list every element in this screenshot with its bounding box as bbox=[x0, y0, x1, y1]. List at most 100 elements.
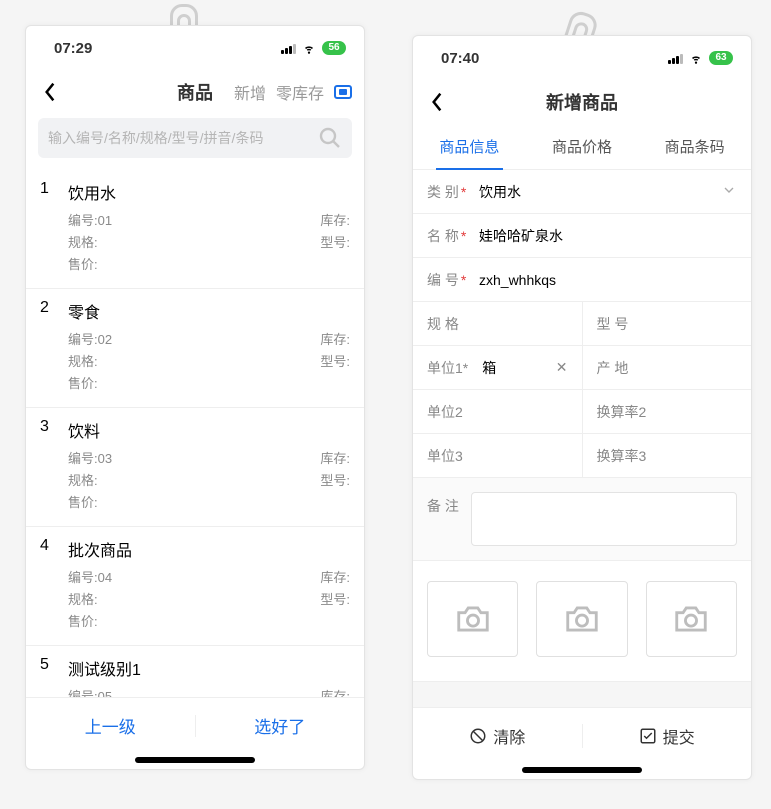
item-code: 编号:01 bbox=[68, 210, 112, 232]
unit2-row: 单位2 换算率2 bbox=[413, 390, 751, 434]
cancel-icon bbox=[469, 727, 487, 745]
model-label: 型 号 bbox=[597, 314, 629, 334]
spec-label: 规 格 bbox=[427, 314, 459, 334]
chevron-down-icon bbox=[721, 182, 737, 201]
unit1-label: 单位1 bbox=[427, 360, 463, 376]
camera-icon bbox=[672, 600, 710, 638]
required-icon: * bbox=[461, 228, 466, 244]
home-indicator bbox=[135, 757, 255, 763]
product-list[interactable]: 1饮用水编号:01库存:规格:型号:售价:2零食编号:02库存:规格:型号:售价… bbox=[26, 170, 364, 697]
name-label: 名 称 bbox=[427, 226, 459, 246]
submit-button[interactable]: 提交 bbox=[582, 724, 752, 748]
rate2-cell[interactable]: 换算率2 bbox=[582, 390, 752, 433]
status-time: 07:29 bbox=[54, 40, 92, 57]
spec-model-row: 规 格 型 号 bbox=[413, 302, 751, 346]
nav-bar: 新增商品 bbox=[413, 80, 751, 124]
unit1-row: 单位1* 箱 ✕ 产 地 bbox=[413, 346, 751, 390]
check-icon bbox=[639, 727, 657, 745]
battery-icon: 63 bbox=[709, 51, 733, 65]
status-indicators: 56 bbox=[281, 41, 346, 55]
submit-label: 提交 bbox=[663, 724, 695, 748]
photo-row bbox=[413, 561, 751, 682]
item-code: 编号:05 bbox=[68, 686, 112, 697]
model-cell[interactable]: 型 号 bbox=[582, 302, 752, 345]
tab[interactable]: 商品价格 bbox=[526, 124, 639, 169]
item-price: 售价: bbox=[68, 611, 108, 633]
item-stock: 库存: bbox=[320, 329, 350, 351]
item-price: 售价: bbox=[68, 254, 108, 276]
unit2-cell[interactable]: 单位2 bbox=[413, 390, 582, 433]
clear-icon[interactable]: ✕ bbox=[556, 359, 568, 376]
item-index: 3 bbox=[40, 418, 54, 442]
category-label: 类 别 bbox=[427, 182, 459, 202]
battery-icon: 56 bbox=[322, 41, 346, 55]
home-indicator bbox=[522, 767, 642, 773]
unit1-value: 箱 bbox=[482, 358, 496, 378]
item-name: 测试级别1 bbox=[68, 656, 141, 680]
category-row[interactable]: 类 别* 饮用水 bbox=[413, 170, 751, 214]
wifi-icon bbox=[302, 41, 316, 55]
list-item[interactable]: 2零食编号:02库存:规格:型号:售价: bbox=[26, 289, 364, 408]
photo-slot-2[interactable] bbox=[536, 581, 627, 657]
item-model: 型号: bbox=[320, 232, 350, 254]
remark-row: 备 注 bbox=[413, 478, 751, 561]
origin-cell[interactable]: 产 地 bbox=[582, 346, 752, 389]
code-value: zxh_whhkqs bbox=[479, 272, 737, 288]
spec-cell[interactable]: 规 格 bbox=[413, 302, 582, 345]
list-item[interactable]: 3饮料编号:03库存:规格:型号:售价: bbox=[26, 408, 364, 527]
unit3-row: 单位3 换算率3 bbox=[413, 434, 751, 478]
footer-bar: 上一级 选好了 bbox=[26, 697, 364, 753]
required-icon: * bbox=[461, 184, 466, 200]
battery-level: 56 bbox=[322, 41, 346, 55]
required-icon: * bbox=[463, 360, 468, 376]
tab[interactable]: 商品信息 bbox=[413, 124, 526, 169]
page-title: 新增商品 bbox=[546, 89, 618, 115]
item-spec: 规格: bbox=[68, 351, 108, 373]
rate3-cell[interactable]: 换算率3 bbox=[582, 434, 752, 477]
item-spec: 规格: bbox=[68, 470, 108, 492]
photo-slot-1[interactable] bbox=[427, 581, 518, 657]
nav-zerostock-button[interactable]: 零库存 bbox=[276, 80, 324, 104]
search-icon bbox=[318, 126, 342, 150]
item-price: 售价: bbox=[68, 492, 108, 514]
unit1-cell[interactable]: 单位1* 箱 ✕ bbox=[413, 346, 582, 389]
item-index: 1 bbox=[40, 180, 54, 204]
tab-bar: 商品信息商品价格商品条码 bbox=[413, 124, 751, 170]
list-item[interactable]: 4批次商品编号:04库存:规格:型号:售价: bbox=[26, 527, 364, 646]
status-bar: 07:29 56 bbox=[26, 26, 364, 70]
name-row[interactable]: 名 称* 娃哈哈矿泉水 bbox=[413, 214, 751, 258]
camera-icon bbox=[563, 600, 601, 638]
required-icon: * bbox=[461, 272, 466, 288]
list-item[interactable]: 5测试级别1编号:05库存:规格:型号:售价: bbox=[26, 646, 364, 697]
list-item[interactable]: 1饮用水编号:01库存:规格:型号:售价: bbox=[26, 170, 364, 289]
remark-label: 备 注 bbox=[427, 492, 459, 516]
wifi-icon bbox=[689, 51, 703, 65]
cell-signal-icon bbox=[668, 52, 683, 64]
rate3-label: 换算率3 bbox=[597, 446, 647, 466]
code-row[interactable]: 编 号* zxh_whhkqs bbox=[413, 258, 751, 302]
battery-level: 63 bbox=[709, 51, 733, 65]
phone-add-product: 07:40 63 新增商品 商品信息商品价格商品条码 类 别* 饮用水 名 称* bbox=[412, 35, 752, 780]
item-stock: 库存: bbox=[320, 448, 350, 470]
back-button[interactable] bbox=[425, 90, 449, 114]
back-button[interactable] bbox=[38, 80, 62, 104]
scan-icon[interactable] bbox=[334, 85, 352, 99]
search-input[interactable] bbox=[48, 130, 318, 146]
search-box[interactable] bbox=[38, 118, 352, 158]
remark-textarea[interactable] bbox=[471, 492, 737, 546]
tab[interactable]: 商品条码 bbox=[638, 124, 751, 169]
item-index: 2 bbox=[40, 299, 54, 323]
item-index: 5 bbox=[40, 656, 54, 680]
page-title: 商品 bbox=[177, 79, 213, 105]
unit3-cell[interactable]: 单位3 bbox=[413, 434, 582, 477]
item-name: 饮用水 bbox=[68, 180, 116, 204]
item-index: 4 bbox=[40, 537, 54, 561]
done-button[interactable]: 选好了 bbox=[196, 713, 365, 738]
nav-add-button[interactable]: 新增 bbox=[234, 80, 266, 104]
photo-slot-3[interactable] bbox=[646, 581, 737, 657]
prev-level-button[interactable]: 上一级 bbox=[26, 713, 195, 738]
clear-button[interactable]: 清除 bbox=[413, 724, 582, 748]
name-value: 娃哈哈矿泉水 bbox=[479, 226, 737, 246]
item-code: 编号:04 bbox=[68, 567, 112, 589]
item-model: 型号: bbox=[320, 470, 350, 492]
